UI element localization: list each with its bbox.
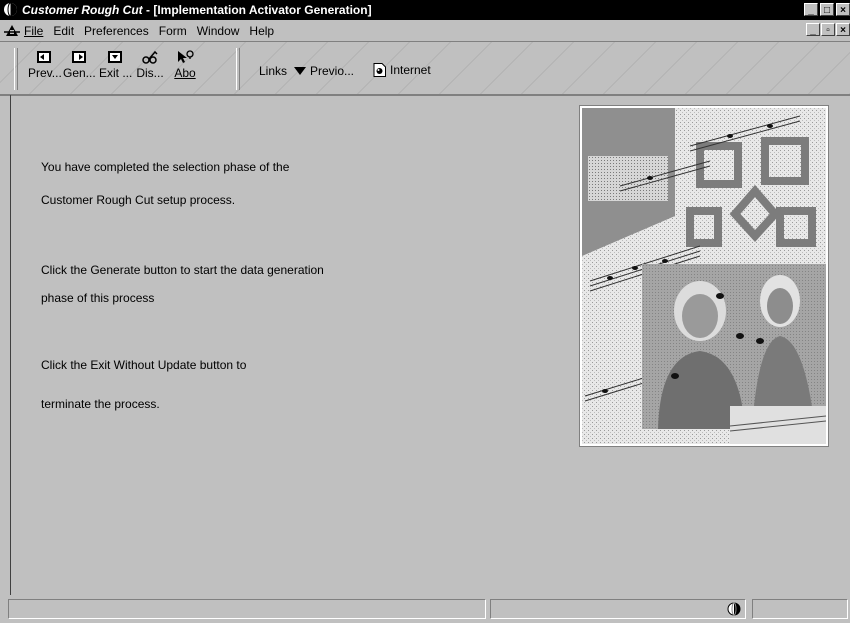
menu-help[interactable]: Help <box>249 24 274 38</box>
previous-link[interactable]: Previo... <box>294 64 354 78</box>
child-restore-button[interactable]: ▫ <box>821 23 835 36</box>
form-system-icon[interactable] <box>4 23 20 38</box>
app-globe-icon <box>4 2 17 17</box>
child-minimize-button[interactable]: _ <box>806 23 820 36</box>
sheet-music-collage-icon <box>582 108 827 444</box>
exit-without-update-button[interactable]: Exit ... <box>99 48 133 90</box>
message-line-3: Click the Generate button to start the d… <box>41 263 324 277</box>
menu-preferences[interactable]: Preferences <box>84 24 149 38</box>
exit-icon <box>108 51 122 63</box>
menu-window[interactable]: Window <box>197 24 240 38</box>
form-title: [Implementation Activator Generation] <box>153 3 372 17</box>
menu-edit[interactable]: Edit <box>53 24 74 38</box>
about-button[interactable]: Abo <box>169 48 201 90</box>
app-title: Customer Rough Cut <box>22 3 143 17</box>
child-close-button[interactable]: × <box>836 23 850 36</box>
dropdown-arrow-icon <box>294 67 306 75</box>
about-icon <box>178 50 194 63</box>
toolbar-separator <box>236 48 240 90</box>
menu-file[interactable]: File <box>24 24 43 38</box>
status-panel-main <box>8 599 486 619</box>
display-icon <box>142 50 158 64</box>
about-button-label: Abo <box>174 66 196 80</box>
internet-link[interactable]: Internet <box>373 63 431 77</box>
internet-document-icon <box>373 63 386 77</box>
status-panel-secondary <box>490 599 746 619</box>
status-panel-right <box>752 599 848 619</box>
menu-bar: File Edit Preferences Form Window Help _… <box>0 20 850 42</box>
generate-button[interactable]: Gen... <box>63 48 96 90</box>
generate-button-label: Gen... <box>63 66 96 80</box>
message-line-5: Click the Exit Without Update button to <box>41 358 247 372</box>
maximize-button[interactable]: □ <box>820 3 834 16</box>
previous-link-label: Previo... <box>310 64 355 78</box>
generate-icon <box>72 51 86 63</box>
internet-link-label: Internet <box>390 63 431 77</box>
status-bar <box>0 596 850 623</box>
decorative-collage-image <box>579 105 829 447</box>
form-content: You have completed the selection phase o… <box>10 95 850 595</box>
message-line-6: terminate the process. <box>41 397 160 411</box>
menu-form[interactable]: Form <box>159 24 187 38</box>
title-separator: - <box>142 3 154 17</box>
status-globe-icon <box>727 602 741 616</box>
display-button-label: Dis... <box>136 66 164 80</box>
prev-icon <box>37 51 51 63</box>
message-line-2: Customer Rough Cut setup process. <box>41 193 236 207</box>
minimize-button[interactable]: _ <box>804 3 818 16</box>
title-bar: Customer Rough Cut - [Implementation Act… <box>0 0 850 20</box>
message-line-1: You have completed the selection phase o… <box>41 160 290 174</box>
previous-button-label: Prev... <box>28 66 62 80</box>
links-label[interactable]: Links <box>259 64 287 78</box>
close-button[interactable]: × <box>836 3 850 16</box>
exit-button-label: Exit ... <box>99 66 133 80</box>
message-line-4: phase of this process <box>41 291 155 305</box>
window-title: Customer Rough Cut - [Implementation Act… <box>22 3 372 17</box>
previous-button[interactable]: Prev... <box>28 48 62 90</box>
toolbar-grip <box>14 48 18 90</box>
display-button[interactable]: Dis... <box>134 48 166 90</box>
